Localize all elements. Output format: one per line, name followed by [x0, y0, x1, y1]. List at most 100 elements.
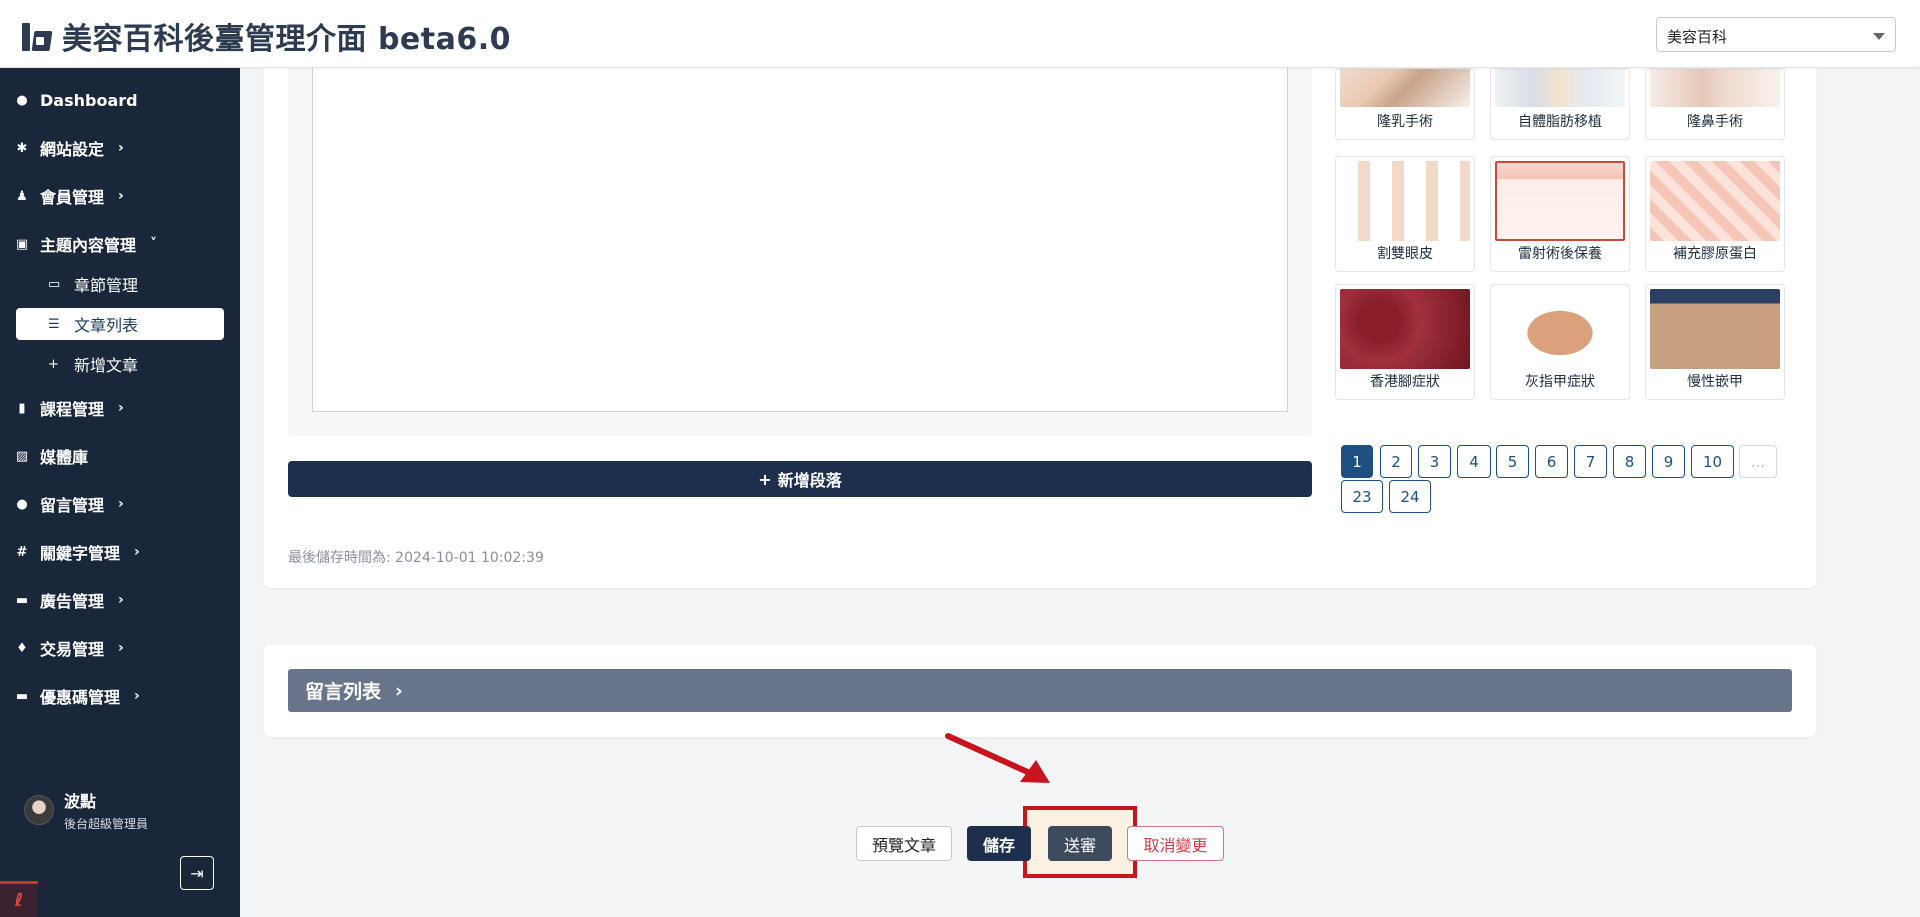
sidebar-item-label: 關鍵字管理: [40, 544, 121, 563]
image-thumbnail: [1650, 69, 1780, 107]
add-paragraph-label: 新增段落: [777, 471, 842, 490]
page-button[interactable]: 24: [1389, 480, 1431, 513]
sidebar-item-label: 主題內容管理: [40, 236, 137, 255]
paragraph-editor[interactable]: [312, 68, 1288, 412]
image-thumbnail: [1340, 289, 1470, 369]
sidebar-item-coupons[interactable]: ▬ 優惠碼管理 ›: [14, 680, 140, 712]
image-caption: 割雙眼皮: [1377, 246, 1433, 262]
page-button[interactable]: 2: [1380, 445, 1412, 478]
laravel-icon[interactable]: ℓ: [0, 881, 38, 917]
image-thumbnail: [1650, 289, 1780, 369]
site-selector-value: 美容百科: [1667, 28, 1728, 46]
image-caption: 隆乳手術: [1377, 114, 1433, 130]
chevron-right-icon: ›: [395, 679, 403, 702]
page-button[interactable]: 10: [1691, 445, 1734, 478]
hashtag-icon: #: [16, 544, 28, 560]
cancel-changes-button[interactable]: 取消變更: [1127, 826, 1224, 861]
sidebar-subitem-article-list[interactable]: ☰ 文章列表: [16, 308, 224, 340]
logout-button[interactable]: ⇥: [180, 856, 214, 890]
brand-logo-icon: [22, 19, 53, 53]
gallery-image[interactable]: 灰指甲症狀: [1490, 284, 1630, 400]
page-button[interactable]: 4: [1457, 445, 1491, 478]
submit-review-button[interactable]: 送審: [1048, 826, 1112, 861]
last-saved-time: 最後儲存時間為: 2024-10-01 10:02:39: [288, 550, 544, 566]
sidebar-item-site-settings[interactable]: ✱ 網站設定 ›: [14, 132, 124, 164]
sidebar-item-label: 優惠碼管理: [40, 688, 121, 707]
chevron-right-icon: ›: [118, 400, 124, 416]
page-button[interactable]: 5: [1496, 445, 1529, 478]
sidebar-item-keywords[interactable]: # 關鍵字管理 ›: [14, 536, 140, 568]
chevron-right-icon: ›: [134, 688, 140, 704]
page-ellipsis: ...: [1739, 445, 1777, 478]
sidebar-item-ads[interactable]: ▬ 廣告管理 ›: [14, 584, 124, 616]
sidebar-item-topic-content[interactable]: ▣ 主題內容管理 ˅: [14, 228, 157, 260]
app-title: 美容百科後臺管理介面 beta6.0: [62, 22, 511, 57]
user-role: 後台超級管理員: [64, 817, 149, 831]
sidebar-subitem-label: 文章列表: [74, 316, 139, 335]
ad-icon: ▬: [15, 592, 29, 608]
sidebar-item-comments[interactable]: ● 留言管理 ›: [14, 488, 123, 520]
comments-list-toggle[interactable]: 留言列表 ›: [288, 669, 1792, 712]
chevron-right-icon: ›: [118, 140, 124, 156]
brand[interactable]: 美容百科後臺管理介面 beta6.0: [22, 14, 511, 58]
sidebar-item-label: 留言管理: [40, 496, 105, 515]
plus-icon: +: [758, 469, 772, 489]
image-thumbnail: [1340, 161, 1470, 241]
sidebar-item-dashboard[interactable]: ● Dashboard: [14, 84, 138, 116]
chevron-right-icon: ›: [118, 592, 124, 608]
page-button[interactable]: 1: [1341, 445, 1373, 478]
save-button[interactable]: 儲存: [967, 826, 1031, 861]
preview-article-button[interactable]: 預覽文章: [856, 826, 952, 861]
gallery-image[interactable]: 割雙眼皮: [1335, 156, 1475, 272]
plus-icon: +: [48, 356, 59, 372]
chevron-right-icon: ›: [118, 640, 124, 656]
money-bag-icon: ♦: [16, 640, 28, 656]
chevron-down-icon: [1873, 33, 1885, 40]
gallery-image[interactable]: 隆鼻手術: [1645, 68, 1785, 140]
sidebar-item-members[interactable]: ♟ 會員管理 ›: [14, 180, 124, 212]
site-selector[interactable]: 美容百科: [1656, 17, 1896, 52]
sidebar-item-media[interactable]: ▨ 媒體庫: [14, 440, 88, 472]
image-caption: 雷射術後保養: [1518, 246, 1602, 262]
page-button[interactable]: 9: [1652, 445, 1685, 478]
course-icon: ▮: [18, 400, 26, 416]
sidebar-item-label: 廣告管理: [40, 592, 105, 611]
chevron-down-icon: ˅: [150, 236, 158, 252]
gallery-image[interactable]: 隆乳手術: [1335, 68, 1475, 140]
image-thumbnail: [1340, 69, 1470, 107]
gallery-image[interactable]: 慢性嵌甲: [1645, 284, 1785, 400]
sidebar-subitem-label: 章節管理: [74, 276, 139, 295]
page-button[interactable]: 6: [1535, 445, 1568, 478]
image-thumbnail: [1650, 161, 1780, 241]
sidebar-item-transactions[interactable]: ♦ 交易管理 ›: [14, 632, 124, 664]
page-button[interactable]: 23: [1341, 480, 1383, 513]
image-thumbnail: [1495, 69, 1625, 107]
image-thumbnail: [1495, 289, 1625, 369]
avatar: [24, 795, 54, 825]
image-caption: 隆鼻手術: [1687, 114, 1743, 130]
sidebar-item-label: 交易管理: [40, 640, 105, 659]
page-button[interactable]: 7: [1574, 445, 1607, 478]
sidebar-item-label: 網站設定: [40, 140, 105, 159]
image-caption: 補充膠原蛋白: [1673, 246, 1757, 262]
list-icon: ☰: [48, 316, 60, 332]
gallery-image[interactable]: 雷射術後保養: [1490, 156, 1630, 272]
sidebar-subitem-new-article[interactable]: + 新增文章: [16, 348, 224, 380]
add-paragraph-button[interactable]: + 新增段落: [288, 461, 1312, 497]
image-thumbnail: [1495, 161, 1625, 241]
page-button[interactable]: 8: [1613, 445, 1646, 478]
sidebar-subitem-chapters[interactable]: ▭ 章節管理: [16, 268, 224, 300]
chevron-right-icon: ›: [118, 188, 124, 204]
gallery-image[interactable]: 自體脂肪移植: [1490, 68, 1630, 140]
sidebar-item-courses[interactable]: ▮ 課程管理 ›: [14, 392, 124, 424]
image-caption: 慢性嵌甲: [1687, 374, 1743, 390]
chapter-icon: ▭: [48, 276, 61, 292]
user-name: 波點: [64, 792, 97, 811]
sidebar-item-label: 會員管理: [40, 188, 105, 207]
image-caption: 自體脂肪移植: [1518, 114, 1602, 130]
gallery-image[interactable]: 補充膠原蛋白: [1645, 156, 1785, 272]
page-button[interactable]: 3: [1418, 445, 1451, 478]
gallery-image[interactable]: 香港腳症狀: [1335, 284, 1475, 400]
sidebar-item-label: Dashboard: [40, 90, 138, 110]
chevron-right-icon: ›: [134, 544, 140, 560]
